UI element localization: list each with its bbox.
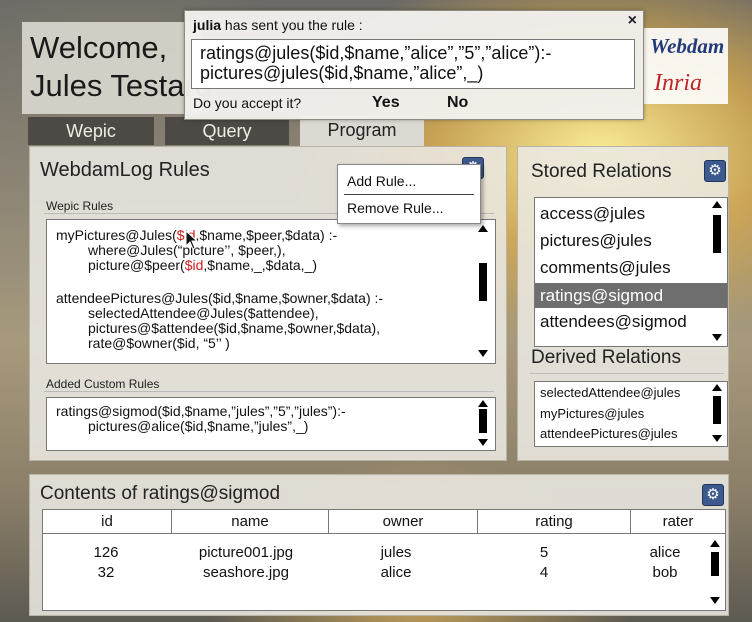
relation-item[interactable]: comments@jules <box>540 258 671 278</box>
scroll-up-icon[interactable] <box>710 540 720 547</box>
derived-relations-title: Derived Relations <box>531 347 681 368</box>
contents-table: id name owner rating rater 126 picture00… <box>42 509 726 611</box>
column-header-id[interactable]: id <box>43 510 172 534</box>
rules-context-menu: Add Rule... Remove Rule... <box>337 164 481 224</box>
scroll-up-icon[interactable] <box>478 400 488 407</box>
derived-divider <box>530 373 724 374</box>
derived-item[interactable]: selectedAttendee@jules <box>540 385 680 400</box>
scroll-down-icon[interactable] <box>712 435 722 442</box>
scroll-down-icon[interactable] <box>478 350 488 357</box>
no-button[interactable]: No <box>447 94 468 112</box>
column-header-rating[interactable]: rating <box>477 510 631 534</box>
derived-item[interactable]: myPictures@jules <box>540 406 644 421</box>
contents-header-row: id name owner rating rater <box>43 510 725 534</box>
relation-item-selected[interactable]: ratings@sigmod <box>535 283 727 308</box>
arrow-cursor-icon <box>185 230 199 250</box>
contents-scrollbar[interactable] <box>709 540 721 604</box>
rules-panel-title: WebdamLog Rules <box>40 159 210 181</box>
relation-item[interactable]: pictures@jules <box>540 231 652 251</box>
cell-rater: bob <box>652 564 678 581</box>
derived-item[interactable]: attendeePictures@jules <box>540 426 678 441</box>
notification-message: julia has sent you the rule : <box>193 17 363 33</box>
scroll-down-icon[interactable] <box>712 334 722 341</box>
stored-gear-icon[interactable]: ⚙ <box>704 160 726 182</box>
cell-rating: 5 <box>539 544 549 561</box>
rule-attendeePictures[interactable]: attendeePictures@Jules($id,$name,$owner,… <box>56 291 383 351</box>
column-header-rater[interactable]: rater <box>630 510 725 534</box>
custom-rule[interactable]: ratings@sigmod($id,$name,”jules”,”5”,”ju… <box>56 404 346 434</box>
cell-id: 32 <box>97 564 115 581</box>
contents-panel: Contents of ratings@sigmod ⚙ id name own… <box>29 474 729 616</box>
close-icon[interactable]: × <box>628 12 637 30</box>
table-row[interactable]: 32 seashore.jpg alice 4 bob <box>43 564 703 584</box>
notification-sender: julia <box>193 17 222 33</box>
cell-owner: alice <box>380 564 412 581</box>
logo-area: Webdam Inria <box>644 28 728 104</box>
custom-rules-list[interactable]: ratings@sigmod($id,$name,”jules”,”5”,”ju… <box>46 397 496 451</box>
wepic-rules-label: Wepic Rules <box>46 199 114 213</box>
stored-relations-title: Stored Relations <box>531 161 672 182</box>
contents-title: Contents of ratings@sigmod <box>40 483 281 504</box>
tab-wepic[interactable]: Wepic <box>28 117 154 145</box>
scroll-thumb[interactable] <box>711 552 719 576</box>
welcome-line1: Welcome, <box>30 30 168 65</box>
notification-rule-line2: pictures@jules($id,$name,”alice”,_) <box>200 63 484 83</box>
yes-button[interactable]: Yes <box>372 94 400 112</box>
scroll-down-icon[interactable] <box>710 597 720 604</box>
menu-divider <box>344 194 474 195</box>
custom-rules-scrollbar[interactable] <box>477 400 489 446</box>
cell-owner: jules <box>380 544 412 561</box>
relation-item[interactable]: attendees@sigmod <box>540 312 687 332</box>
cell-name: seashore.jpg <box>203 564 289 581</box>
wepic-rules-scrollbar[interactable] <box>477 225 489 357</box>
stored-relations-list[interactable]: access@jules pictures@jules comments@jul… <box>534 197 728 347</box>
webdam-logo: Webdam <box>650 34 725 58</box>
inria-logo: Inria <box>654 70 702 96</box>
scroll-thumb[interactable] <box>713 215 721 253</box>
column-header-owner[interactable]: owner <box>328 510 478 534</box>
scroll-up-icon[interactable] <box>478 225 488 232</box>
derived-relations-list[interactable]: selectedAttendee@jules myPictures@jules … <box>534 381 728 447</box>
cell-id: 126 <box>93 544 119 561</box>
menu-item-remove-rule[interactable]: Remove Rule... <box>347 200 443 216</box>
table-row[interactable]: 126 picture001.jpg jules 5 alice <box>43 544 703 564</box>
scroll-thumb[interactable] <box>479 409 487 433</box>
cell-name: picture001.jpg <box>198 544 294 561</box>
custom-rules-label: Added Custom Rules <box>46 377 160 391</box>
scroll-up-icon[interactable] <box>712 201 722 208</box>
scroll-thumb[interactable] <box>713 396 721 424</box>
menu-item-add-rule[interactable]: Add Rule... <box>347 173 416 189</box>
stored-relations-scrollbar[interactable] <box>711 201 723 341</box>
tab-program[interactable]: Program <box>300 116 424 146</box>
column-header-name[interactable]: name <box>171 510 329 534</box>
scroll-thumb[interactable] <box>479 263 487 301</box>
notification-rule-box: ratings@jules($id,$name,”alice”,”5”,”ali… <box>191 39 635 89</box>
notification-rule-line1: ratings@jules($id,$name,”alice”,”5”,”ali… <box>200 43 552 63</box>
welcome-header: Welcome, Jules Testard <box>22 22 212 114</box>
rule-notification-dialog: julia has sent you the rule : × ratings@… <box>184 10 644 120</box>
cell-rater: alice <box>649 544 681 561</box>
relation-item[interactable]: access@jules <box>540 204 645 224</box>
label-divider <box>44 391 494 392</box>
scroll-up-icon[interactable] <box>712 384 722 391</box>
contents-gear-icon[interactable]: ⚙ <box>702 484 724 506</box>
scroll-down-icon[interactable] <box>478 439 488 446</box>
stored-relations-panel: Stored Relations ⚙ access@jules pictures… <box>517 146 729 461</box>
tab-query[interactable]: Query <box>165 117 289 145</box>
derived-relations-scrollbar[interactable] <box>711 384 723 442</box>
wepic-rules-list[interactable]: myPictures@Jules($id,$name,$peer,$data) … <box>46 219 496 364</box>
notification-text: has sent you the rule : <box>221 17 363 33</box>
accept-question: Do you accept it? <box>193 95 302 111</box>
cell-rating: 4 <box>539 564 549 581</box>
